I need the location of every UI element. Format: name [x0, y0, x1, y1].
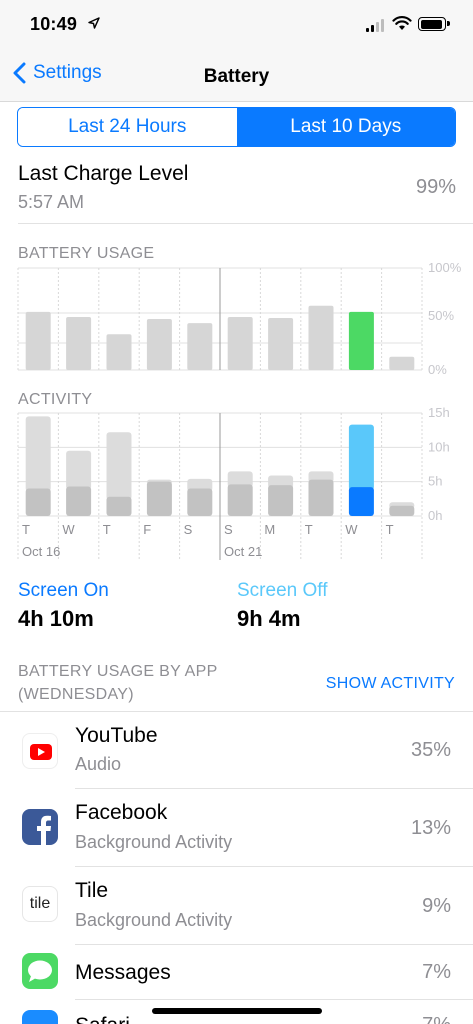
day-label: S	[184, 522, 193, 537]
date-label: Oct 21	[224, 544, 262, 559]
last-charge-title: Last Charge Level	[18, 162, 189, 185]
app-name: YouTube	[75, 724, 158, 747]
app-row-youtube[interactable]: YouTube Audio 35%	[0, 711, 473, 789]
app-detail: Background Activity	[75, 832, 233, 852]
activity-tick-label: 5h	[428, 474, 442, 489]
app-percent: 35%	[410, 739, 451, 761]
usage-bar	[389, 356, 415, 370]
usage-bar	[146, 319, 172, 370]
day-label: M	[264, 522, 275, 537]
activity-screen-off-bar	[106, 432, 132, 500]
day-label: W	[62, 522, 75, 537]
activity-screen-on-bar	[106, 496, 132, 516]
messages-icon	[22, 953, 58, 989]
app-name: Tile	[75, 879, 109, 902]
date-label: Oct 16	[22, 544, 60, 559]
activity-screen-on-bar	[348, 487, 374, 516]
usage-bar	[25, 311, 51, 370]
cellular-signal-icon	[366, 18, 386, 32]
page-title: Battery	[203, 66, 270, 87]
usage-bar	[348, 311, 374, 370]
day-label: T	[305, 522, 313, 537]
activity-screen-off-bar	[25, 416, 51, 492]
status-bar: 10:49	[0, 0, 473, 52]
usage-bar	[187, 323, 213, 370]
usage-bar	[66, 316, 92, 370]
usage-bar	[106, 334, 132, 370]
usage-tick-label: 0%	[428, 362, 447, 377]
activity-screen-on-bar	[227, 484, 253, 516]
day-label: F	[143, 522, 151, 537]
usage-bar	[227, 316, 253, 370]
battery-usage-label: BATTERY USAGE	[18, 245, 155, 262]
app-name: Facebook	[75, 801, 168, 824]
activity-screen-on-bar	[308, 479, 334, 516]
activity-screen-on-bar	[25, 488, 51, 516]
day-label: T	[22, 522, 30, 537]
segment-last-24-hours[interactable]: Last 24 Hours	[18, 108, 237, 146]
home-indicator[interactable]	[152, 1008, 322, 1014]
app-percent: 13%	[410, 817, 451, 839]
activity-tick-label: 15h	[428, 405, 450, 420]
activity-screen-off-bar	[66, 450, 92, 490]
divider	[18, 223, 473, 224]
usage-bar	[308, 305, 334, 370]
activity-screen-off-bar	[348, 424, 374, 491]
usage-tick-label: 50%	[428, 308, 454, 323]
app-usage-section-day: (WEDNESDAY)	[18, 686, 134, 703]
last-charge-time: 5:57 AM	[18, 192, 85, 212]
status-time: 10:49	[30, 14, 78, 34]
youtube-icon	[22, 733, 58, 769]
app-row-facebook[interactable]: Facebook Background Activity 13%	[0, 789, 473, 867]
app-row-tile[interactable]: tile Tile Background Activity 9%	[0, 867, 473, 945]
usage-tick-label: 100%	[428, 262, 462, 275]
navigation-bar: Settings Battery	[0, 52, 473, 102]
activity-screen-on-bar	[146, 481, 172, 516]
day-label: W	[345, 522, 358, 537]
facebook-icon	[22, 809, 58, 845]
day-label: T	[386, 522, 394, 537]
activity-screen-on-bar	[389, 505, 415, 516]
location-arrow-icon	[88, 17, 100, 29]
screen-off-value: 9h 4m	[237, 606, 301, 631]
app-detail: Background Activity	[75, 910, 233, 930]
app-percent: 9%	[422, 895, 451, 917]
show-activity-button[interactable]: SHOW ACTIVITY	[326, 675, 455, 693]
screen-on-label: Screen On	[18, 580, 109, 601]
app-detail: Audio	[75, 754, 122, 774]
segment-last-10-days[interactable]: Last 10 Days	[236, 108, 455, 146]
app-name: Safari	[75, 1014, 130, 1024]
app-row-messages[interactable]: Messages 7%	[0, 945, 473, 1000]
safari-icon	[22, 1010, 58, 1024]
activity-screen-on-bar	[268, 485, 294, 516]
activity-tick-label: 10h	[428, 439, 450, 454]
last-charge-value: 99%	[415, 176, 456, 198]
activity-screen-on-bar	[66, 486, 92, 516]
screen-on-value: 4h 10m	[18, 606, 94, 631]
app-percent: 7%	[422, 1014, 451, 1024]
time-range-segmented-control: Last 24 Hours Last 10 Days	[17, 107, 456, 147]
app-name: Messages	[75, 961, 171, 984]
day-label: T	[103, 522, 111, 537]
app-usage-section-title: BATTERY USAGE BY APP	[18, 663, 218, 680]
activity-tick-label: 0h	[428, 508, 442, 523]
battery-status-icon	[418, 17, 450, 31]
screen-off-label: Screen Off	[237, 580, 328, 601]
app-percent: 7%	[422, 961, 451, 983]
usage-bar	[268, 317, 294, 370]
day-label: S	[224, 522, 233, 537]
battery-charts[interactable]: 100% 50% 0% 15h 10h 5h 0h T W T F S S M T W T Oct 16 Oct…	[0, 262, 473, 562]
activity-screen-on-bar	[187, 488, 213, 516]
tile-icon: tile	[22, 886, 58, 922]
wifi-icon	[392, 16, 412, 30]
